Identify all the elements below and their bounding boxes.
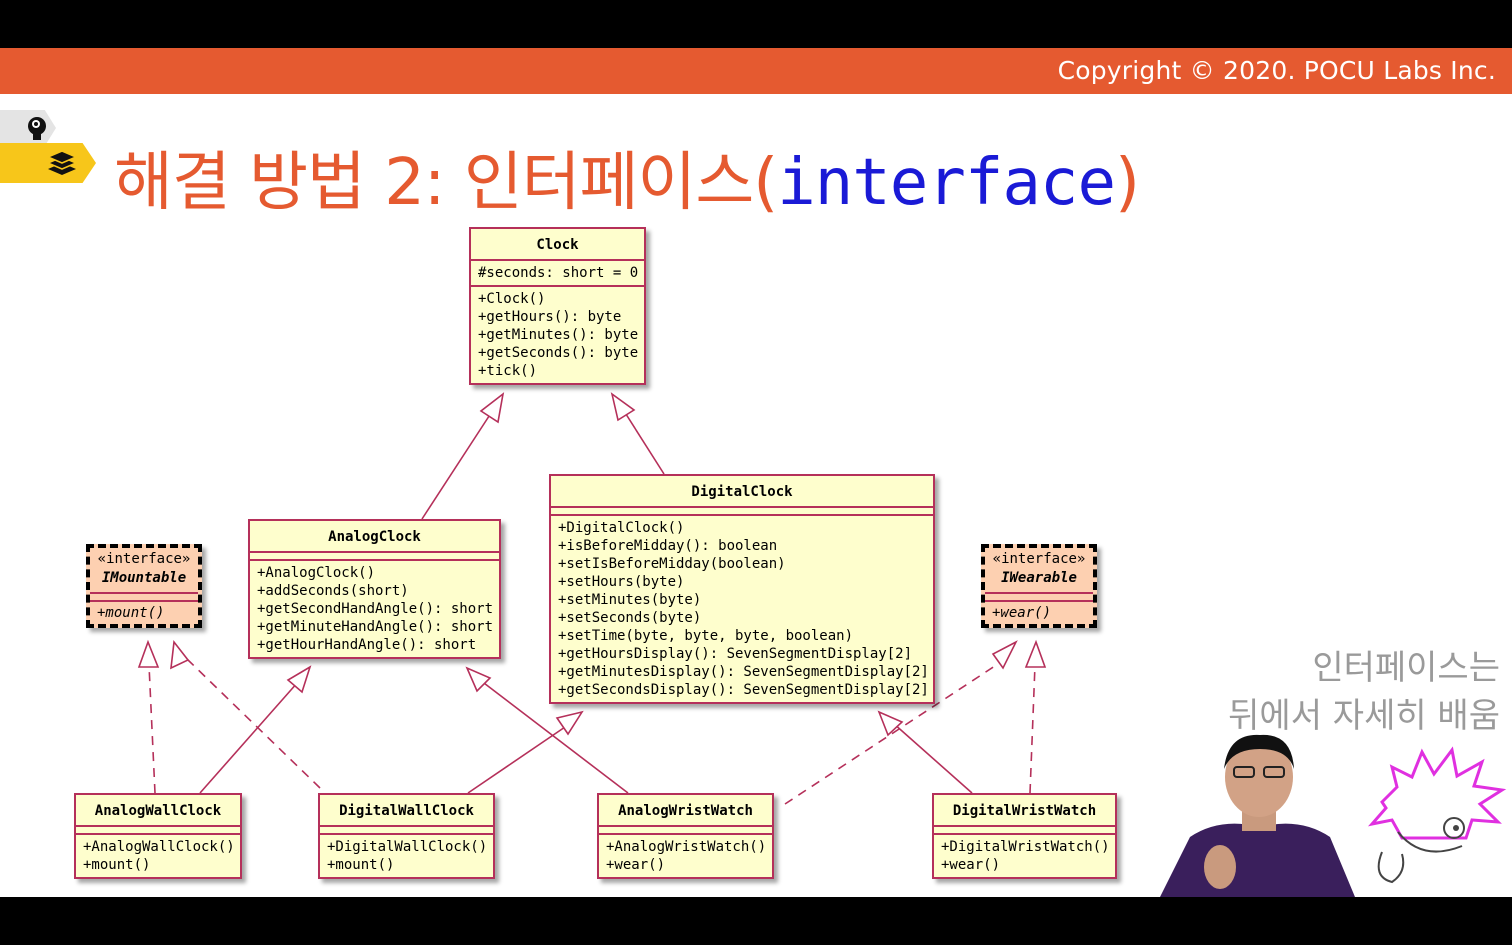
edge-digitalwristwatch-digitalclock bbox=[892, 722, 973, 794]
class-methods: +Clock() +getHours(): byte +getMinutes()… bbox=[471, 285, 644, 383]
side-note: 인터페이스는 뒤에서 자세히 배움 bbox=[1228, 644, 1500, 740]
class-analogclock: AnalogClock +AnalogClock() +addSeconds(s… bbox=[248, 519, 501, 659]
interface-iwearable: «interface» IWearable +wear() bbox=[981, 544, 1097, 628]
class-fields-empty bbox=[320, 825, 493, 833]
class-analogwallclock: AnalogWallClock +AnalogWallClock() +moun… bbox=[74, 793, 242, 879]
interface-stereotype: «interface» bbox=[97, 551, 191, 567]
interface-name: IMountable bbox=[101, 570, 187, 586]
interface-imountable: «interface» IMountable +mount() bbox=[86, 544, 202, 628]
class-methods: +DigitalWallClock() +mount() bbox=[320, 833, 493, 877]
class-clock: Clock #seconds: short = 0 +Clock() +getH… bbox=[469, 227, 646, 385]
interface-name: IWearable bbox=[1001, 570, 1077, 586]
class-fields-empty bbox=[250, 551, 499, 559]
arrow-to-imountable-2 bbox=[170, 639, 190, 670]
interface-fields-empty bbox=[90, 592, 198, 600]
interface-fields-empty bbox=[985, 592, 1093, 600]
edge-digitalclock-clock bbox=[623, 410, 665, 475]
interface-methods: +wear() bbox=[985, 600, 1093, 624]
class-name: DigitalWristWatch bbox=[952, 803, 1097, 819]
class-name: Clock bbox=[536, 237, 579, 253]
class-name: AnalogClock bbox=[328, 529, 421, 545]
side-note-line-1: 인터페이스는 bbox=[1312, 648, 1500, 688]
interface-methods: +mount() bbox=[90, 600, 198, 624]
arrow-to-analogclock-1 bbox=[286, 665, 312, 694]
arrow-to-clock-1 bbox=[479, 392, 505, 424]
edge-analogwallclock-imountable bbox=[148, 664, 156, 794]
edge-analogwallclock-analogclock bbox=[199, 681, 299, 794]
class-fields: #seconds: short = 0 bbox=[471, 259, 644, 285]
presenter-shirt bbox=[1160, 823, 1355, 897]
edge-analogclock-clock bbox=[421, 409, 494, 520]
class-methods: +AnalogWristWatch() +wear() bbox=[599, 833, 772, 877]
class-digitalclock: DigitalClock +DigitalClock() +isBeforeMi… bbox=[549, 474, 935, 704]
class-fields-empty bbox=[599, 825, 772, 833]
class-fields-empty bbox=[934, 825, 1115, 833]
presenter-hand bbox=[1204, 845, 1236, 889]
class-name: DigitalClock bbox=[691, 484, 793, 500]
class-fields-empty bbox=[551, 506, 933, 514]
presenter-video bbox=[1160, 734, 1355, 897]
class-methods: +DigitalClock() +isBeforeMidday(): boole… bbox=[551, 514, 933, 702]
class-digitalwallclock: DigitalWallClock +DigitalWallClock() +mo… bbox=[318, 793, 495, 879]
class-analogwristwatch: AnalogWristWatch +AnalogWristWatch() +we… bbox=[597, 793, 774, 879]
slide: Copyright © 2020. POCU Labs Inc. 해결 방법 2… bbox=[0, 48, 1512, 897]
arrow-to-clock-2 bbox=[610, 392, 636, 422]
interface-stereotype: «interface» bbox=[992, 551, 1086, 567]
arrow-to-iwearable-1 bbox=[991, 640, 1018, 670]
edge-digitalwristwatch-iwearable bbox=[1029, 664, 1036, 794]
class-name: AnalogWristWatch bbox=[618, 803, 753, 819]
arrow-to-imountable-1 bbox=[137, 639, 160, 668]
class-methods: +AnalogClock() +addSeconds(short) +getSe… bbox=[250, 559, 499, 657]
class-name: AnalogWallClock bbox=[94, 803, 222, 819]
mascot-doodle-icon bbox=[1367, 746, 1507, 884]
class-digitalwristwatch: DigitalWristWatch +DigitalWristWatch() +… bbox=[932, 793, 1117, 879]
class-name: DigitalWallClock bbox=[339, 803, 474, 819]
class-methods: +DigitalWristWatch() +wear() bbox=[934, 833, 1115, 877]
arrow-to-iwearable-2 bbox=[1024, 639, 1047, 668]
edge-digitalwallclock-digitalclock bbox=[467, 724, 569, 794]
class-fields-empty bbox=[76, 825, 240, 833]
class-methods: +AnalogWallClock() +mount() bbox=[76, 833, 240, 877]
arrow-to-analogclock-2 bbox=[465, 666, 492, 693]
arrow-to-digitalclock-2 bbox=[877, 710, 904, 737]
